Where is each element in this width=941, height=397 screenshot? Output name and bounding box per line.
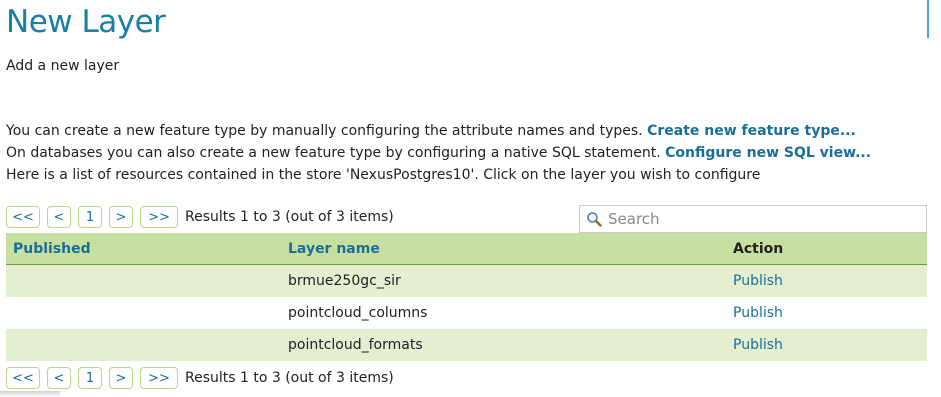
column-header-published[interactable]: Published xyxy=(6,241,288,257)
create-feature-type-link[interactable]: Create new feature type... xyxy=(647,123,856,139)
layer-name-cell: pointcloud_formats xyxy=(288,337,423,353)
configure-sql-view-link[interactable]: Configure new SQL view... xyxy=(665,145,871,161)
column-header-action: Action xyxy=(733,240,784,257)
prev-page-button[interactable]: < xyxy=(47,367,71,389)
layer-name-cell: brmue250gc_sir xyxy=(288,273,401,289)
table-header: Published Layer name Action xyxy=(6,233,927,265)
pager-info: Results 1 to 3 (out of 3 items) xyxy=(185,370,394,386)
prev-page-button[interactable]: < xyxy=(47,206,71,228)
publish-link[interactable]: Publish xyxy=(733,273,927,289)
page-title: New Layer xyxy=(6,4,166,40)
last-page-button[interactable]: >> xyxy=(140,206,178,228)
page-1-button[interactable]: 1 xyxy=(78,367,102,389)
search-icon xyxy=(587,212,602,227)
edge-rule xyxy=(927,0,929,38)
first-page-button[interactable]: << xyxy=(6,206,40,228)
next-page-button[interactable]: > xyxy=(109,206,133,228)
publish-link[interactable]: Publish xyxy=(733,337,927,353)
intro-line-2: On databases you can also create a new f… xyxy=(6,142,871,164)
layer-name-cell: pointcloud_columns xyxy=(288,305,428,321)
search-input[interactable] xyxy=(608,210,908,228)
intro-line-2-text: On databases you can also create a new f… xyxy=(6,145,666,161)
search-box[interactable] xyxy=(579,205,927,233)
table-row: brmue250gc_sir Publish xyxy=(6,265,927,297)
layer-table: Published Layer name Action brmue250gc_s… xyxy=(6,233,927,361)
publish-link[interactable]: Publish xyxy=(733,305,927,321)
column-header-layer-name[interactable]: Layer name xyxy=(288,241,733,257)
page-subtitle: Add a new layer xyxy=(6,58,120,74)
intro-line-3: Here is a list of resources contained in… xyxy=(6,167,761,183)
pager-info: Results 1 to 3 (out of 3 items) xyxy=(185,209,394,225)
intro-text: You can create a new feature type by man… xyxy=(6,120,871,186)
intro-line-1-text: You can create a new feature type by man… xyxy=(6,123,648,139)
table-row: pointcloud_formats Publish xyxy=(6,329,927,361)
last-page-button[interactable]: >> xyxy=(140,367,178,389)
intro-line-1: You can create a new feature type by man… xyxy=(6,120,871,142)
page-1-button[interactable]: 1 xyxy=(78,206,102,228)
pager-bottom: << < 1 > >> Results 1 to 3 (out of 3 ite… xyxy=(6,367,394,389)
first-page-button[interactable]: << xyxy=(6,367,40,389)
scroll-shadow xyxy=(0,391,60,397)
table-row: pointcloud_columns Publish xyxy=(6,297,927,329)
next-page-button[interactable]: > xyxy=(109,367,133,389)
pager-top: << < 1 > >> Results 1 to 3 (out of 3 ite… xyxy=(6,206,394,228)
